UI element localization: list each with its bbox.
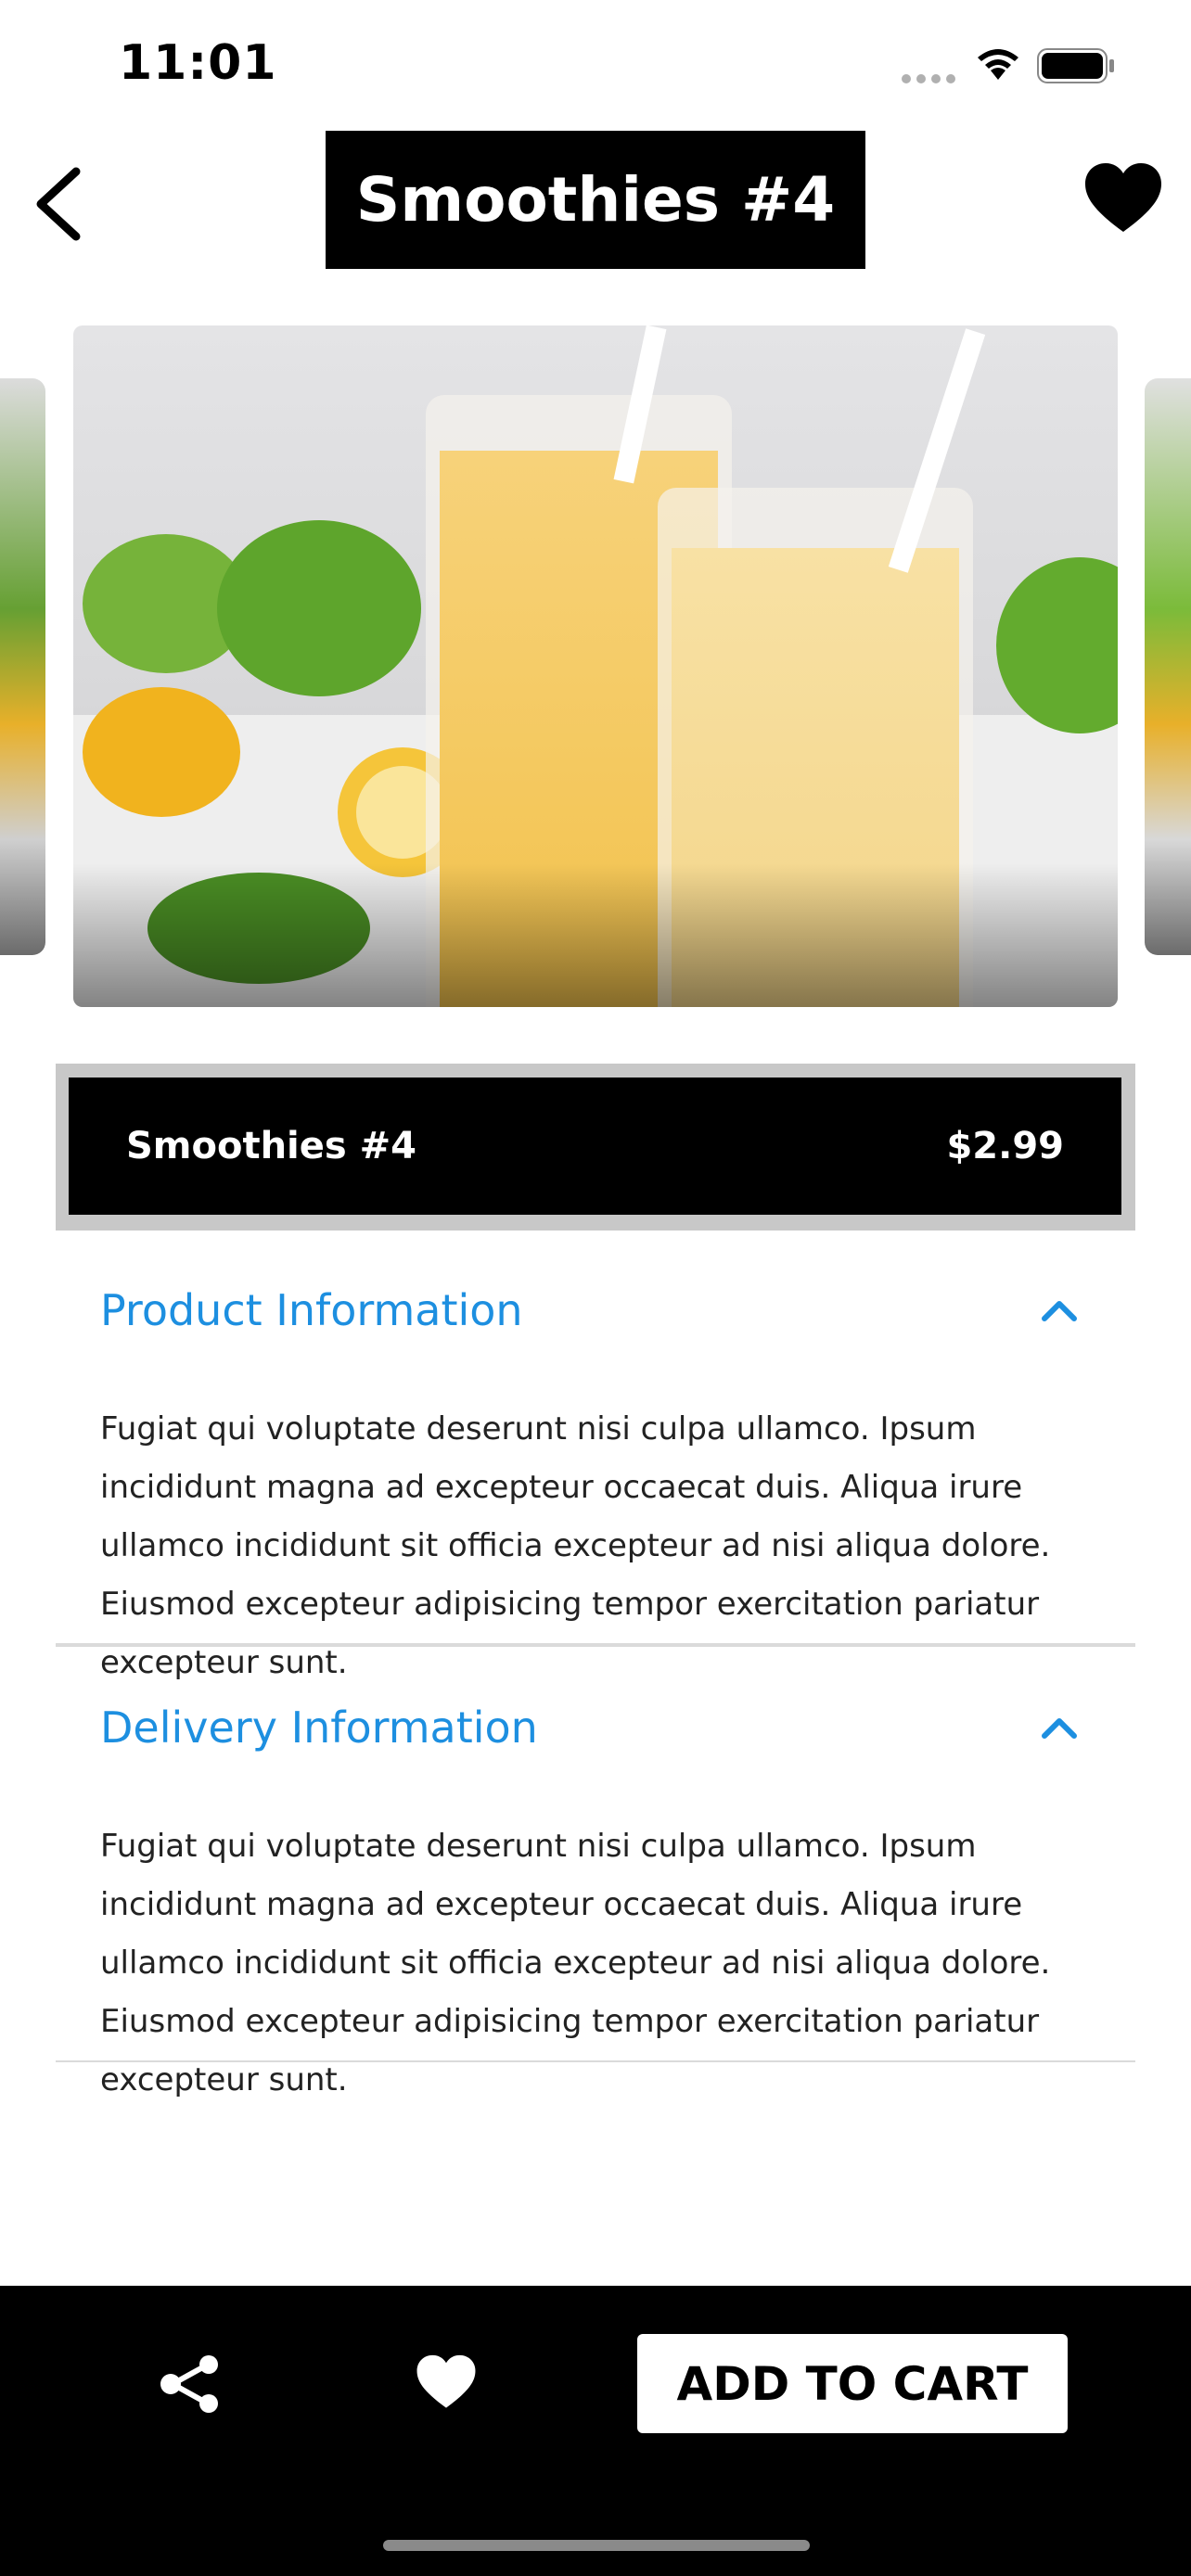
- accordion-title: Product Information: [100, 1285, 523, 1335]
- chevron-up-icon: [1042, 1301, 1077, 1321]
- wifi-icon: [978, 49, 1018, 80]
- carousel-prev-image[interactable]: [0, 378, 45, 955]
- accordion-header-delivery-info[interactable]: Delivery Information: [56, 1653, 1135, 1802]
- accordion-body: Fugiat qui voluptate deserunt nisi culpa…: [100, 1410, 1051, 1681]
- home-indicator: [383, 2540, 810, 2551]
- product-bar: Smoothies #4 $2.99: [69, 1078, 1121, 1215]
- accordion-title: Delivery Information: [100, 1702, 538, 1753]
- product-image: [73, 325, 1118, 1007]
- back-arrow-icon[interactable]: [28, 162, 93, 246]
- status-time: 11:01: [119, 35, 277, 91]
- accordion-header-product-info[interactable]: Product Information: [56, 1236, 1135, 1384]
- carousel-next-image[interactable]: [1145, 378, 1191, 955]
- add-to-cart-button[interactable]: ADD TO CART: [637, 2334, 1068, 2433]
- chevron-up-icon: [1042, 1718, 1077, 1739]
- product-price: $2.99: [946, 1125, 1064, 1167]
- signal-icon: [902, 74, 957, 85]
- accordion-body: Fugiat qui voluptate deserunt nisi culpa…: [100, 1828, 1051, 2098]
- share-icon[interactable]: [158, 2355, 223, 2413]
- divider: [56, 2060, 1135, 2062]
- divider: [56, 1643, 1135, 1647]
- battery-icon: [1037, 48, 1114, 83]
- heart-icon[interactable]: [416, 2353, 477, 2411]
- product-name: Smoothies #4: [126, 1125, 416, 1167]
- heart-icon[interactable]: [1083, 161, 1163, 236]
- page-title: Smoothies #4: [326, 131, 865, 269]
